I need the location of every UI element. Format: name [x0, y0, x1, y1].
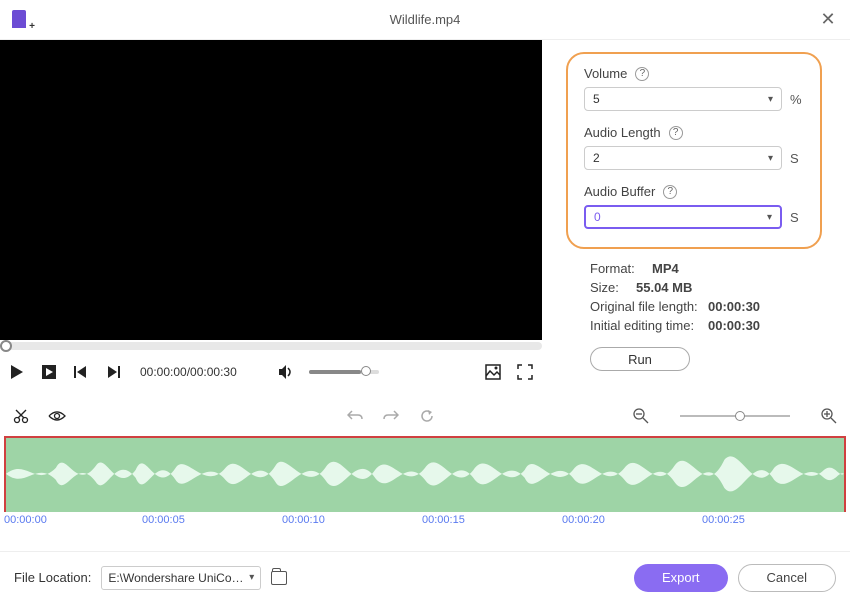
- stop-icon[interactable]: [40, 363, 58, 381]
- chevron-down-icon: ▾: [249, 572, 254, 583]
- audio-buffer-select[interactable]: 0▾: [584, 205, 782, 229]
- time-tick: 00:00:05: [142, 514, 185, 526]
- audio-length-label: Audio Length: [584, 125, 661, 140]
- fullscreen-icon[interactable]: [516, 363, 534, 381]
- init-time-value: 00:00:30: [708, 318, 760, 333]
- volume-unit: %: [790, 92, 804, 107]
- format-value: MP4: [652, 261, 679, 276]
- help-icon[interactable]: ?: [669, 126, 683, 140]
- run-button[interactable]: Run: [590, 347, 690, 371]
- volume-select[interactable]: 5▾: [584, 87, 782, 111]
- volume-slider[interactable]: [309, 370, 379, 374]
- video-preview: [0, 40, 542, 340]
- zoom-knob[interactable]: [735, 411, 745, 421]
- file-location-select[interactable]: E:\Wondershare UniConverter▾: [101, 566, 261, 590]
- orig-len-value: 00:00:30: [708, 299, 760, 314]
- chevron-down-icon: ▾: [768, 153, 773, 164]
- redo-icon[interactable]: [382, 407, 400, 425]
- size-value: 55.04 MB: [636, 280, 692, 295]
- time-tick: 00:00:20: [562, 514, 605, 526]
- cancel-button[interactable]: Cancel: [738, 564, 836, 592]
- audio-length-select[interactable]: 2▾: [584, 146, 782, 170]
- size-label: Size:: [590, 280, 626, 295]
- zoom-in-icon[interactable]: [820, 407, 838, 425]
- chevron-down-icon: ▾: [768, 94, 773, 105]
- audio-buffer-label: Audio Buffer: [584, 184, 655, 199]
- play-icon[interactable]: [8, 363, 26, 381]
- timeline-ruler: 00:00:00 00:00:05 00:00:10 00:00:15 00:0…: [0, 512, 850, 532]
- audio-buffer-unit: S: [790, 210, 804, 225]
- zoom-out-icon[interactable]: [632, 407, 650, 425]
- footer-bar: File Location: E:\Wondershare UniConvert…: [0, 551, 850, 603]
- refresh-icon[interactable]: [418, 407, 436, 425]
- time-tick: 00:00:15: [422, 514, 465, 526]
- file-info: Format: MP4 Size: 55.04 MB Original file l…: [566, 249, 822, 333]
- chevron-down-icon: ▾: [767, 212, 772, 223]
- undo-icon[interactable]: [346, 407, 364, 425]
- eye-icon[interactable]: [48, 407, 66, 425]
- time-tick: 00:00:25: [702, 514, 745, 526]
- seek-knob[interactable]: [0, 340, 12, 352]
- timecode: 00:00:00/00:00:30: [140, 365, 237, 379]
- export-button[interactable]: Export: [634, 564, 728, 592]
- time-tick: 00:00:00: [4, 514, 47, 526]
- help-icon[interactable]: ?: [635, 67, 649, 81]
- edit-toolbar: [0, 400, 850, 432]
- playback-controls: 00:00:00/00:00:30: [0, 350, 542, 394]
- close-icon[interactable]: ✕: [818, 9, 838, 30]
- seek-bar[interactable]: [0, 342, 542, 350]
- waveform[interactable]: [4, 436, 846, 512]
- prev-frame-icon[interactable]: [72, 363, 90, 381]
- zoom-slider[interactable]: [680, 415, 790, 417]
- snapshot-icon[interactable]: [484, 363, 502, 381]
- file-location-label: File Location:: [14, 570, 91, 585]
- app-logo: +: [12, 10, 32, 30]
- volume-knob[interactable]: [361, 366, 371, 376]
- volume-label: Volume: [584, 66, 627, 81]
- title-bar: + Wildlife.mp4 ✕: [0, 0, 850, 40]
- help-icon[interactable]: ?: [663, 185, 677, 199]
- format-label: Format:: [590, 261, 642, 276]
- orig-len-label: Original file length:: [590, 299, 698, 314]
- file-title: Wildlife.mp4: [390, 12, 461, 27]
- audio-length-unit: S: [790, 151, 804, 166]
- next-frame-icon[interactable]: [104, 363, 122, 381]
- settings-group: Volume? 5▾ % Audio Length? 2▾ S Audio Bu…: [566, 52, 822, 249]
- time-tick: 00:00:10: [282, 514, 325, 526]
- folder-icon[interactable]: [271, 571, 287, 585]
- init-time-label: Initial editing time:: [590, 318, 698, 333]
- volume-icon[interactable]: [277, 363, 295, 381]
- cut-icon[interactable]: [12, 407, 30, 425]
